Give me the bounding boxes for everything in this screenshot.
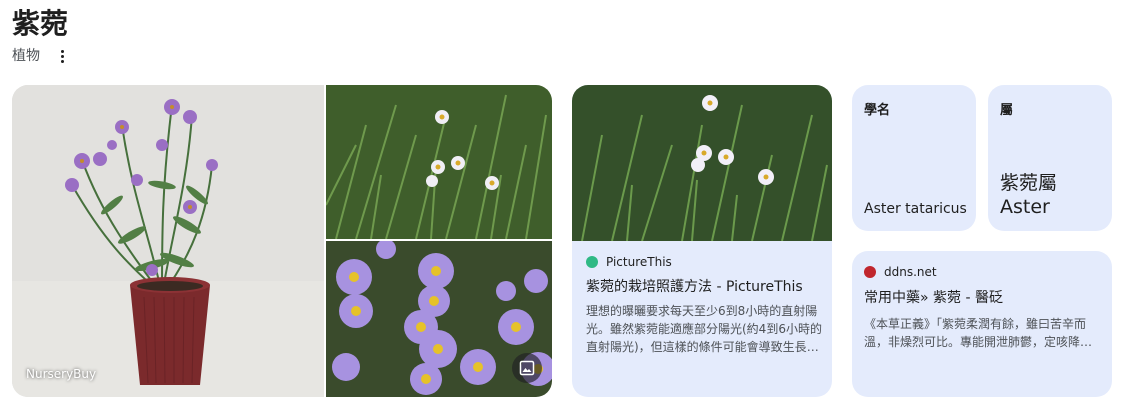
- result-source-name: ddns.net: [884, 265, 937, 279]
- result-title[interactable]: 紫菀的栽培照護方法 - PictureThis: [586, 277, 803, 297]
- fact-value-en: Aster: [1000, 196, 1050, 218]
- result-card-ddns[interactable]: ddns.net 常用中藥» 紫菀 - 醫砭 《本草正義》「紫菀柔潤有餘，雖曰苦…: [852, 251, 1112, 397]
- ddns-favicon: [864, 266, 876, 278]
- gallery-image-3[interactable]: [326, 241, 552, 397]
- fact-label: 學名: [864, 103, 891, 118]
- image-credit: NurseryBuy: [26, 367, 97, 381]
- picturethis-favicon: [586, 256, 598, 268]
- fact-value-zh: 紫菀屬: [1000, 172, 1058, 194]
- fact-label: 屬: [1000, 103, 1014, 118]
- fact-card-genus[interactable]: 屬 紫菀屬 Aster: [988, 85, 1112, 231]
- image-icon[interactable]: [512, 353, 542, 383]
- entity-title: 紫菀: [12, 7, 69, 40]
- result-title[interactable]: 常用中藥» 紫菀 - 醫砭: [864, 288, 1003, 308]
- gallery-image-main[interactable]: NurseryBuy: [12, 85, 324, 397]
- fact-value: 紫菀屬 Aster: [1000, 171, 1057, 219]
- entity-subtitle: 植物: [12, 46, 70, 66]
- fact-card-scientific-name[interactable]: 學名 Aster tataricus: [852, 85, 976, 231]
- result-image: [572, 85, 832, 242]
- result-source: PictureThis: [586, 255, 672, 269]
- fact-value: Aster tataricus: [864, 201, 967, 217]
- result-snippet: 《本草正義》「紫菀柔潤有餘，雖曰苦辛而溫，非燥烈可比。專能開泄肺鬱，定咳降逆。: [864, 317, 1087, 349]
- entity-type: 植物: [12, 48, 40, 64]
- result-snippet: 理想的曝曬要求每天至少6到8小時的直射陽光。雖然紫菀能適應部分陽光(約4到6小時…: [586, 304, 822, 354]
- gallery-image-2[interactable]: [326, 85, 552, 239]
- result-source: ddns.net: [864, 265, 937, 279]
- result-source-name: PictureThis: [606, 255, 672, 269]
- more-vert-icon[interactable]: [54, 48, 70, 64]
- image-gallery: NurseryBuy: [12, 85, 552, 397]
- result-card-picturethis[interactable]: PictureThis 紫菀的栽培照護方法 - PictureThis 理想的曝…: [572, 85, 832, 397]
